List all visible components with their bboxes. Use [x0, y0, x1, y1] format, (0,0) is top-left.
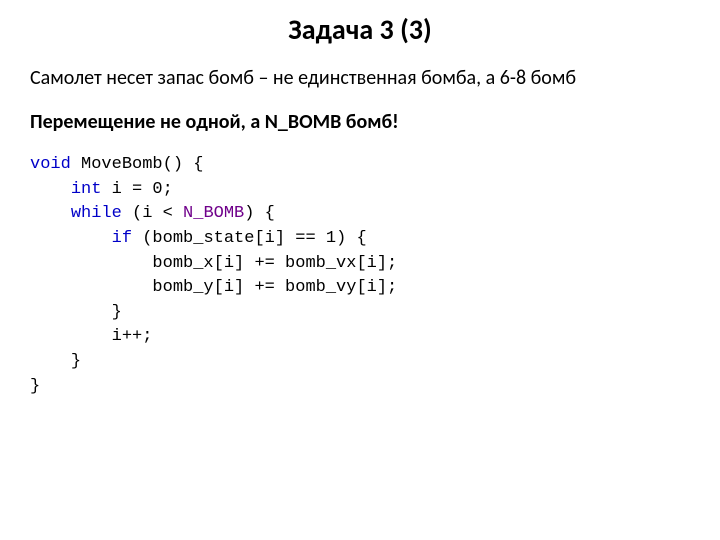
code-text: i = 0; [101, 180, 172, 199]
slide-title: Задача 3 (3) [30, 12, 690, 47]
code-block: void MoveBomb() { int i = 0; while (i < … [30, 153, 690, 399]
code-keyword: if [112, 229, 132, 248]
code-text: (i < [122, 204, 183, 223]
code-text: MoveBomb() { [71, 155, 204, 174]
emphasis-text: Перемещение не одной, а N_BOMB бомб! [30, 109, 690, 135]
description-text: Самолет несет запас бомб – не единственн… [30, 65, 690, 91]
code-text: } [71, 352, 81, 371]
code-text: } [112, 303, 122, 322]
code-text: } [30, 377, 40, 396]
code-keyword: void [30, 155, 71, 174]
code-text: bomb_x[i] += bomb_vx[i]; [152, 254, 397, 273]
code-text: i++; [112, 327, 153, 346]
code-keyword: int [71, 180, 102, 199]
code-text: ) { [244, 204, 275, 223]
code-text: (bomb_state[i] == 1) { [132, 229, 367, 248]
code-keyword: while [71, 204, 122, 223]
code-text: bomb_y[i] += bomb_vy[i]; [152, 278, 397, 297]
code-macro: N_BOMB [183, 204, 244, 223]
